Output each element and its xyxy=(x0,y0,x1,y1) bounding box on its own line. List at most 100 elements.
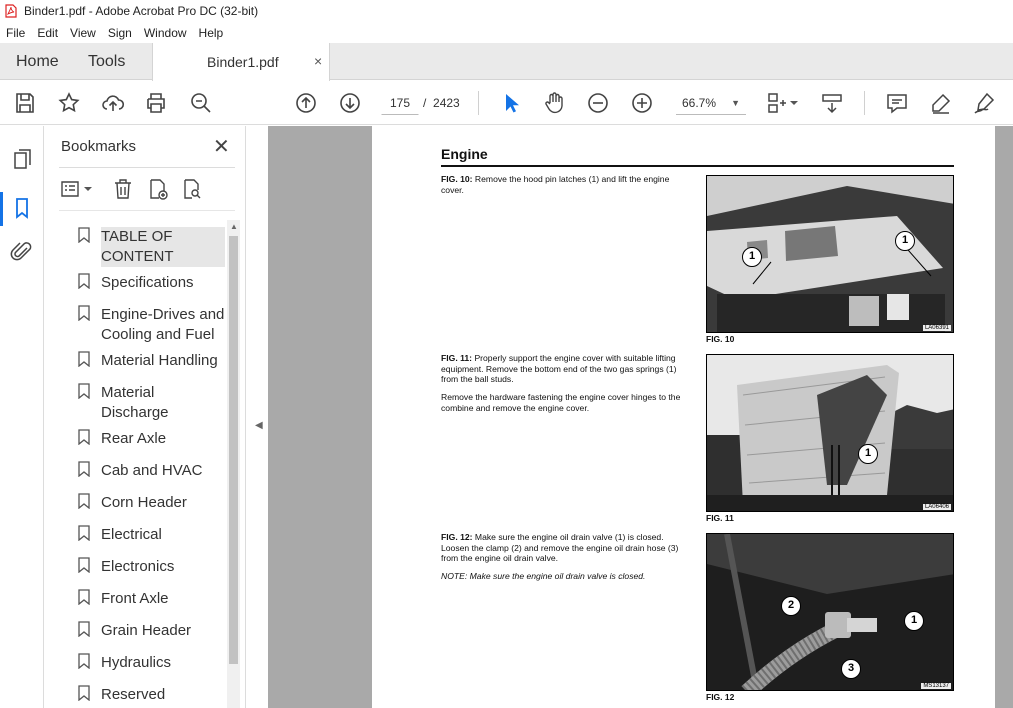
menu-window[interactable]: Window xyxy=(138,26,193,40)
bookmark-item[interactable]: Electronics xyxy=(45,553,227,581)
tab-home[interactable]: Home xyxy=(16,43,59,80)
bookmark-item[interactable]: Engine-Drives and Cooling and Fuel xyxy=(45,301,227,345)
fig11-caption: FIG. 11 xyxy=(706,513,734,523)
bookmark-item[interactable]: Front Axle xyxy=(45,585,227,613)
bookmarks-scrollbar[interactable]: ▲ xyxy=(227,220,240,708)
bookmark-item[interactable]: Reserved xyxy=(45,681,227,708)
highlight-icon[interactable] xyxy=(929,91,953,115)
fig11-body: Properly support the engine cover with s… xyxy=(441,353,677,384)
callout: 1 xyxy=(895,231,915,251)
zoom-in-icon[interactable] xyxy=(630,91,654,115)
sign-icon[interactable] xyxy=(972,91,996,115)
bookmark-item[interactable]: Specifications xyxy=(45,269,227,297)
menu-file[interactable]: File xyxy=(0,26,31,40)
search-zoom-icon[interactable] xyxy=(189,91,213,115)
bookmark-search-icon[interactable] xyxy=(179,177,203,201)
window-title: Binder1.pdf - Adobe Acrobat Pro DC (32-b… xyxy=(24,4,259,18)
callout: 2 xyxy=(781,596,801,616)
title-bar: Binder1.pdf - Adobe Acrobat Pro DC (32-b… xyxy=(0,0,1013,22)
chevron-down-icon[interactable] xyxy=(83,177,93,201)
bookmark-item[interactable]: Corn Header xyxy=(45,489,227,517)
bookmark-item[interactable]: Hydraulics xyxy=(45,649,227,677)
left-rail xyxy=(0,126,44,708)
page-thumbnails-icon[interactable] xyxy=(10,148,34,172)
fig12-note: NOTE: Make sure the engine oil drain val… xyxy=(441,571,646,581)
select-arrow-icon[interactable] xyxy=(499,91,523,115)
page-number-input[interactable]: 175 xyxy=(381,91,419,115)
upload-icon[interactable] xyxy=(101,91,125,115)
toolbar-separator xyxy=(864,91,865,115)
options-menu-icon[interactable] xyxy=(59,177,83,201)
acrobat-app-icon xyxy=(5,4,17,18)
fig12-body: Make sure the engine oil drain valve (1)… xyxy=(441,532,679,563)
print-icon[interactable] xyxy=(144,91,168,115)
tab-bar: Home Tools Binder1.pdf × xyxy=(0,43,1013,81)
close-icon[interactable]: ✕ xyxy=(213,134,230,159)
page-up-icon[interactable] xyxy=(294,91,318,115)
attachments-icon[interactable] xyxy=(10,240,34,264)
bookmark-label: Specifications xyxy=(101,274,194,291)
zoom-value: 66.7% xyxy=(682,96,717,110)
fig11-label: FIG. 11: xyxy=(441,353,473,363)
bookmarks-panel: Bookmarks ✕ TABLE OF CONTENT Specificati… xyxy=(45,126,245,708)
panel-splitter[interactable]: ◀ xyxy=(245,126,267,708)
page-fit-icon[interactable] xyxy=(764,91,788,115)
bookmark-label: Engine-Drives and Cooling and Fuel xyxy=(101,306,225,343)
scroll-up-icon[interactable]: ▲ xyxy=(230,222,238,231)
bookmark-label: Reserved xyxy=(101,686,166,703)
bookmark-item[interactable]: Rear Axle xyxy=(45,425,227,453)
bookmark-label: Rear Axle xyxy=(101,430,167,447)
callout: 3 xyxy=(841,659,861,679)
menu-sign[interactable]: Sign xyxy=(102,26,138,40)
bookmarks-icon[interactable] xyxy=(10,196,34,220)
bookmark-item[interactable]: TABLE OF CONTENT xyxy=(45,223,227,267)
new-bookmark-icon[interactable] xyxy=(145,177,169,201)
comment-icon[interactable] xyxy=(885,91,909,115)
fig11-text: FIG. 11: Properly support the engine cov… xyxy=(441,353,689,385)
bookmark-icon xyxy=(78,685,90,701)
bookmark-icon xyxy=(78,383,90,399)
heading-rule xyxy=(441,165,954,167)
zoom-out-icon[interactable] xyxy=(586,91,610,115)
bookmark-icon xyxy=(78,227,90,243)
bookmark-star-icon[interactable] xyxy=(57,91,81,115)
zoom-dropdown[interactable]: 66.7% ▼ xyxy=(676,91,746,115)
tab-tools[interactable]: Tools xyxy=(88,43,125,80)
bookmark-item[interactable]: Material Discharge xyxy=(45,379,227,423)
bookmark-list: TABLE OF CONTENT Specifications Engine-D… xyxy=(45,220,227,708)
bookmark-icon xyxy=(78,429,90,445)
bookmark-label: Hydraulics xyxy=(101,654,172,671)
save-icon[interactable] xyxy=(13,91,37,115)
hand-icon[interactable] xyxy=(542,91,566,115)
fig12-photo: 2 1 3 MS13137 xyxy=(706,533,954,691)
bookmark-item[interactable]: Electrical xyxy=(45,521,227,549)
collapse-panel-icon[interactable]: ◀ xyxy=(255,420,263,431)
active-indicator xyxy=(0,192,3,226)
document-viewport[interactable]: Engine FIG. 10: Remove the hood pin latc… xyxy=(268,126,1013,708)
tab-close-icon[interactable]: × xyxy=(314,53,322,69)
menu-help[interactable]: Help xyxy=(193,26,230,40)
chevron-down-icon[interactable] xyxy=(788,91,800,115)
scrollbar-thumb[interactable] xyxy=(229,236,238,664)
fig12-text: FIG. 12: Make sure the engine oil drain … xyxy=(441,532,689,564)
fig10-photo: 1 1 LA06391 xyxy=(706,175,954,333)
tab-document[interactable]: Binder1.pdf × xyxy=(152,43,330,81)
fig10-caption: FIG. 10 xyxy=(706,334,735,344)
delete-icon[interactable] xyxy=(111,177,135,201)
fig11-text-2: Remove the hardware fastening the engine… xyxy=(441,392,681,413)
scroll-mode-icon[interactable] xyxy=(820,91,844,115)
bookmark-item[interactable]: Cab and HVAC xyxy=(45,457,227,485)
page-down-icon[interactable] xyxy=(338,91,362,115)
menu-view[interactable]: View xyxy=(64,26,102,40)
bookmark-icon xyxy=(78,461,90,477)
fig10-body: Remove the hood pin latches (1) and lift… xyxy=(441,174,670,195)
bookmark-item[interactable]: Grain Header xyxy=(45,617,227,645)
bookmark-item[interactable]: Material Handling xyxy=(45,347,227,375)
callout: 1 xyxy=(904,611,924,631)
menu-edit[interactable]: Edit xyxy=(31,26,64,40)
figure-code: LA06406 xyxy=(922,504,951,510)
page-heading: Engine xyxy=(441,146,488,162)
bookmark-label: Material Discharge xyxy=(101,384,169,421)
bookmark-icon xyxy=(78,493,90,509)
fig12-label: FIG. 12: xyxy=(441,532,473,542)
